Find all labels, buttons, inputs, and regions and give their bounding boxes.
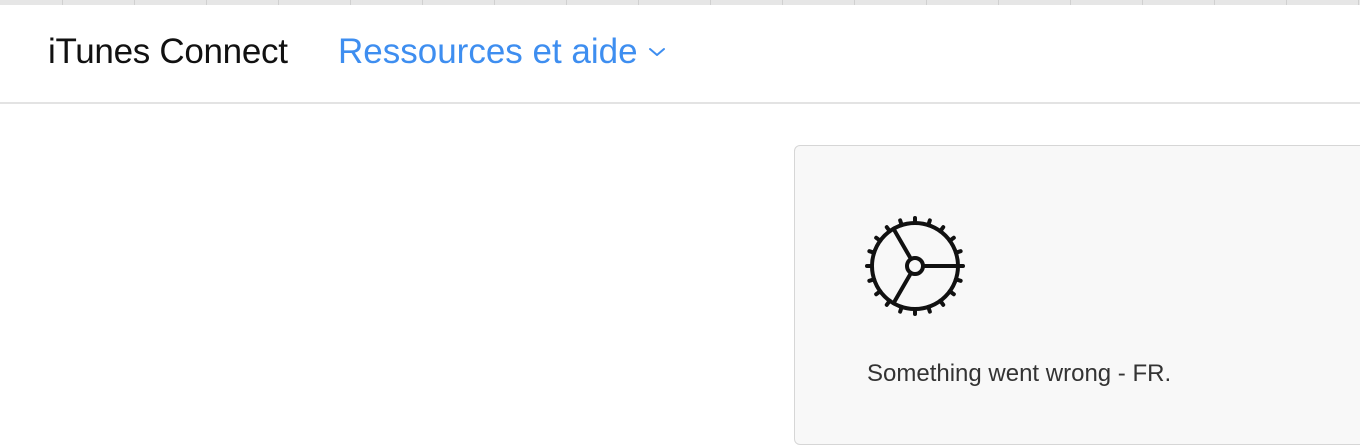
gear-tooth <box>898 218 904 228</box>
error-message: Something went wrong - FR. <box>867 360 1172 387</box>
gear-icon <box>865 216 965 316</box>
chevron-down-icon <box>648 48 665 56</box>
gear-tooth <box>938 298 946 307</box>
resources-help-menu-label: Ressources et aide <box>338 32 638 71</box>
gear-tooth <box>926 304 932 314</box>
gear-tooth <box>884 225 892 234</box>
gear-tooth <box>867 249 877 255</box>
gear-tooth <box>874 235 883 243</box>
header-bar: iTunes Connect Ressources et aide <box>0 5 1360 104</box>
resources-help-menu[interactable]: Ressources et aide <box>338 32 666 72</box>
error-panel: Something went wrong - FR. <box>794 145 1360 445</box>
gear-tooth <box>926 218 932 228</box>
gear-tooth <box>884 298 892 307</box>
gear-tooth <box>947 235 956 243</box>
app-title: iTunes Connect <box>48 32 288 71</box>
gear-tooth <box>953 249 963 255</box>
gear-tooth <box>867 277 877 283</box>
gear-tooth <box>947 289 956 297</box>
gear-tooth <box>874 289 883 297</box>
gear-tooth <box>898 304 904 314</box>
gear-tooth <box>953 277 963 283</box>
gear-tooth <box>938 225 946 234</box>
